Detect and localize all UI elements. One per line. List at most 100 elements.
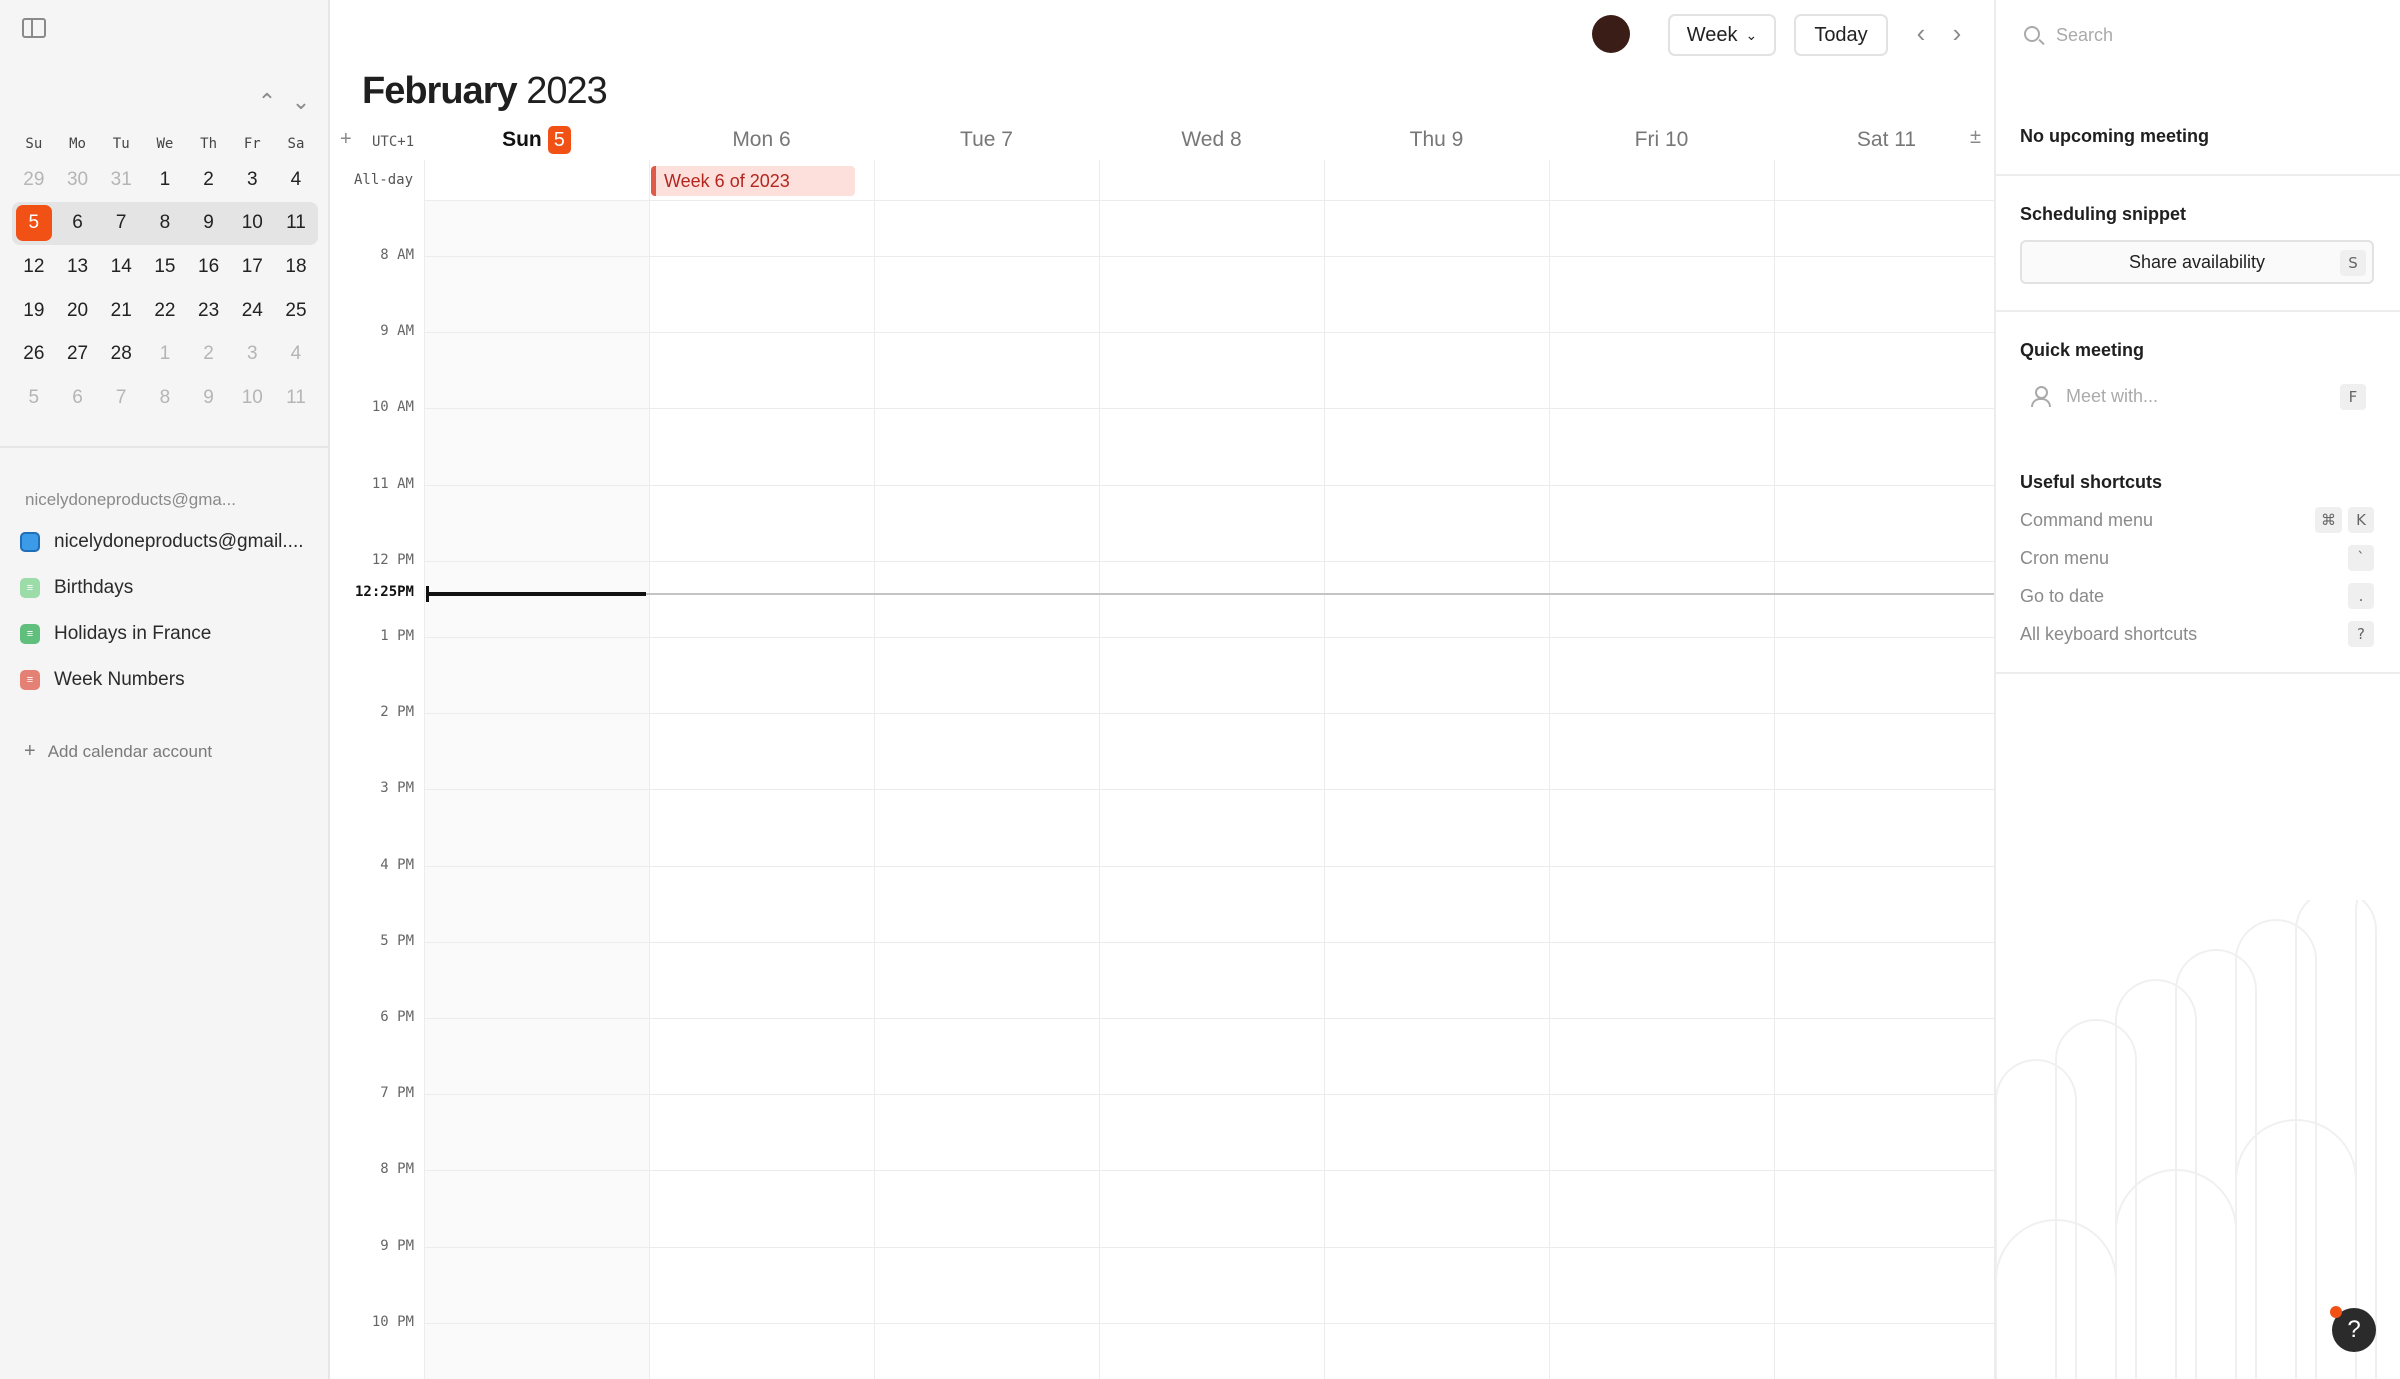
mini-calendar-day[interactable]: 10 (230, 380, 274, 416)
chevron-up-icon[interactable]: ⌃ (252, 90, 282, 114)
mini-calendar-day[interactable]: 28 (99, 336, 143, 372)
calendar-item[interactable]: ≡ Week Numbers (20, 664, 185, 696)
day-number: 15 (154, 255, 176, 277)
calendar-item[interactable]: ≡ Holidays in France (20, 618, 211, 650)
mini-calendar-day[interactable]: 25 (274, 293, 318, 329)
mini-calendar-day[interactable]: 3 (230, 336, 274, 372)
mini-calendar-day[interactable]: 30 (56, 162, 100, 198)
day-header[interactable]: Sat 11 (1774, 124, 1999, 156)
mini-calendar-day[interactable]: 1 (143, 336, 187, 372)
checkbox-icon[interactable] (20, 532, 40, 552)
mini-calendar-day[interactable]: 9 (187, 380, 231, 416)
hour-line (424, 1018, 1994, 1019)
hour-label: 8 AM (380, 247, 414, 263)
add-timezone-icon[interactable]: + (340, 128, 352, 151)
page-title: February 2023 (362, 70, 608, 113)
sidebar-toggle-icon[interactable] (22, 18, 46, 38)
rss-icon[interactable]: ≡ (20, 624, 40, 644)
mini-calendar-day[interactable]: 6 (56, 205, 100, 241)
mini-calendar-today[interactable]: 5 (12, 205, 56, 242)
chevron-right-icon[interactable]: › (1942, 18, 1972, 48)
mini-calendar-day[interactable]: 24 (230, 293, 274, 329)
account-label: nicelydoneproducts@gma... (25, 490, 236, 509)
mini-calendar-day[interactable]: 27 (56, 336, 100, 372)
meet-with-input[interactable]: Meet with... (2020, 380, 2374, 412)
rss-icon[interactable]: ≡ (20, 670, 40, 690)
mini-calendar-day[interactable]: 2 (187, 162, 231, 198)
mini-calendar-day[interactable]: 20 (56, 293, 100, 329)
page-title-month: February (362, 70, 518, 112)
mini-calendar-day[interactable]: 14 (99, 249, 143, 285)
column-divider (1324, 160, 1325, 1379)
shortcut-row[interactable]: Cron menu ` (2020, 544, 2374, 572)
day-header[interactable]: Mon 6 (649, 124, 874, 156)
day-header[interactable]: Sun 5 (424, 124, 649, 156)
mini-calendar-day[interactable]: 15 (143, 249, 187, 285)
mini-calendar-day[interactable]: 7 (99, 380, 143, 416)
mini-calendar-day[interactable]: 21 (99, 293, 143, 329)
mini-calendar-day[interactable]: 5 (12, 380, 56, 416)
day-header[interactable]: Thu 9 (1324, 124, 1549, 156)
mini-calendar-day[interactable]: 13 (56, 249, 100, 285)
day-number: 19 (23, 299, 45, 321)
day-number: 18 (285, 255, 307, 277)
shortcut-row[interactable]: Go to date. (2020, 582, 2374, 610)
day-header[interactable]: Wed 8 (1099, 124, 1324, 156)
mini-calendar-day[interactable]: 26 (12, 336, 56, 372)
mini-calendar-day[interactable]: 7 (99, 205, 143, 241)
day-number: 30 (66, 168, 89, 190)
avatar[interactable] (1592, 15, 1630, 53)
mini-calendar-day[interactable]: 4 (274, 336, 318, 372)
hour-label: 11 AM (371, 475, 414, 492)
mini-calendar-day[interactable]: 31 (99, 162, 143, 198)
mini-calendar-day[interactable]: 29 (12, 162, 56, 198)
chevron-left-icon[interactable]: ‹ (1906, 18, 1936, 48)
mini-calendar-day[interactable]: 6 (56, 380, 100, 416)
hour-line (424, 256, 1994, 257)
mini-calendar-day[interactable]: 9 (187, 205, 231, 241)
view-select[interactable]: Week ⌄ (1668, 14, 1776, 56)
current-time-line (426, 592, 1994, 595)
search-input[interactable] (2056, 20, 2356, 50)
mini-calendar-day[interactable]: 11 (274, 380, 318, 416)
mini-calendar-day[interactable]: 22 (143, 293, 187, 329)
calendar-item[interactable]: nicelydoneproducts@gmail.... (20, 526, 304, 558)
mini-calendar-day[interactable]: 16 (187, 249, 231, 285)
shortcut-key: K (2348, 507, 2374, 533)
day-number: 21 (110, 299, 132, 321)
mini-calendar-day[interactable]: 4 (274, 162, 318, 198)
today-button[interactable]: Today (1794, 14, 1888, 56)
day-header-label: Sat 11 (1856, 128, 1917, 151)
hour-line (424, 560, 1994, 562)
mini-calendar-day[interactable]: 18 (274, 249, 318, 285)
mini-calendar-day[interactable]: 12 (12, 249, 56, 285)
mini-calendar-day[interactable]: 1 (143, 162, 187, 198)
weekday-label: Sa (287, 136, 305, 152)
shortcut-row[interactable]: All keyboard shortcuts? (2020, 620, 2374, 648)
week-grid[interactable]: All-day Week 6 of 2023 8 AM 9 AM 10 AM 11 A… (332, 160, 1994, 1379)
day-header[interactable]: Fri 10 (1549, 124, 1774, 156)
mini-calendar-day[interactable]: 8 (143, 380, 187, 416)
mini-calendar-day[interactable]: 23 (187, 293, 231, 329)
mini-calendar-day[interactable]: 3 (230, 162, 274, 198)
mini-calendar-day[interactable]: 19 (12, 293, 56, 329)
share-availability-button[interactable]: Share availability (2020, 240, 2374, 284)
mini-calendar-day[interactable]: 11 (274, 205, 318, 241)
allday-event[interactable]: Week 6 of 2023 (651, 166, 855, 196)
plus-minus-icon[interactable]: ± (1970, 126, 1981, 149)
hour-line (424, 1322, 1994, 1324)
rss-icon[interactable]: ≡ (20, 578, 40, 598)
shortcut-key: ` (2348, 545, 2374, 571)
chevron-down-icon[interactable]: ⌄ (286, 90, 316, 114)
shortcut-label: All keyboard shortcuts (2020, 624, 2198, 644)
mini-calendar-day[interactable]: 17 (230, 249, 274, 285)
meet-with-placeholder: Meet with... (2066, 385, 2159, 406)
mini-calendar-day[interactable]: 10 (230, 205, 274, 241)
calendar-item[interactable]: ≡ Birthdays (20, 572, 133, 604)
mini-calendar-day[interactable]: 2 (187, 336, 231, 372)
mini-calendar-day[interactable]: 8 (143, 205, 187, 241)
meet-shortcut-key: F (2340, 384, 2366, 410)
shortcut-row[interactable]: Command menu K ⌘ (2020, 506, 2374, 534)
day-header[interactable]: Tue 7 (874, 124, 1099, 156)
add-calendar-account-button[interactable]: + Add calendar account (24, 740, 212, 763)
